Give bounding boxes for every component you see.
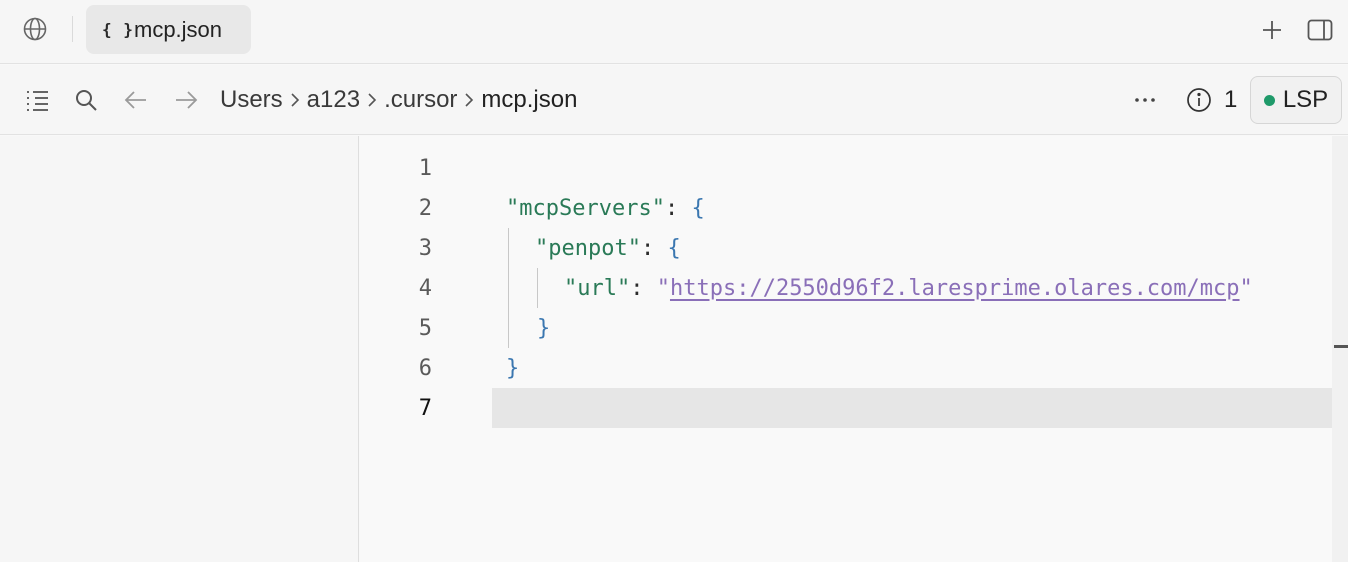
vertical-scrollbar[interactable]	[1332, 136, 1348, 562]
line-number: 2	[418, 196, 432, 221]
tab-mcp-json[interactable]: { } mcp.json	[86, 5, 251, 54]
plus-icon	[1263, 21, 1281, 39]
outline-button[interactable]	[22, 85, 52, 115]
json-colon: :	[630, 276, 657, 301]
json-brace: }	[537, 316, 551, 341]
code-line: 7	[360, 388, 1348, 428]
search-icon	[76, 90, 97, 111]
json-url-link[interactable]: https://2550d96f2.laresprime.olares.com/…	[670, 276, 1240, 301]
code-text: }	[537, 316, 550, 341]
json-brace: {	[667, 236, 681, 261]
back-button[interactable]	[121, 85, 151, 115]
tab-divider	[72, 16, 73, 42]
code-line: 6 }	[360, 348, 1348, 388]
breadcrumb-mcp-json[interactable]: mcp.json	[481, 86, 577, 114]
ellipsis-icon	[1135, 98, 1155, 102]
gutter-fill	[360, 518, 492, 562]
toggle-sidebar-button[interactable]	[1304, 14, 1336, 46]
info-icon	[1187, 88, 1211, 112]
line-number: 3	[418, 236, 432, 261]
diagnostics-indicator[interactable]: 1	[1186, 85, 1237, 115]
json-key: "penpot"	[535, 236, 641, 261]
json-file-icon: { }	[102, 20, 134, 39]
line-number: 7	[418, 396, 432, 421]
arrow-right-icon	[176, 91, 198, 109]
chevron-right-icon	[367, 92, 377, 108]
tab-bar: { } mcp.json	[0, 0, 1348, 64]
list-icon	[27, 91, 48, 111]
more-options-button[interactable]	[1130, 85, 1160, 115]
json-brace: }	[506, 356, 520, 381]
code-line: 2 "mcpServers": {	[360, 188, 1348, 228]
json-quote: "	[1239, 276, 1253, 301]
code-text: "mcpServers": {	[506, 196, 705, 221]
lsp-status-dot	[1263, 94, 1275, 106]
globe-icon[interactable]	[18, 14, 52, 44]
search-button[interactable]	[71, 85, 101, 115]
sidebar-panel	[0, 136, 359, 562]
code-text: }	[506, 356, 519, 381]
json-brace: {	[691, 196, 705, 221]
chevron-right-icon	[290, 92, 300, 108]
indent-guide	[508, 228, 509, 348]
breadcrumb-users[interactable]: Users	[220, 86, 283, 114]
lsp-status-button[interactable]: LSP	[1250, 76, 1342, 124]
breadcrumb: Users a123 .cursor mcp.json	[220, 85, 577, 115]
json-key: "url"	[564, 276, 631, 301]
line-number: 6	[418, 356, 432, 381]
code-line: 1	[360, 148, 1348, 188]
code-text: "url": "https://2550d96f2.laresprime.ola…	[564, 276, 1253, 301]
line-number: 1	[418, 156, 432, 181]
scrollbar-marker	[1334, 345, 1348, 348]
lsp-label: LSP	[1282, 86, 1329, 113]
forward-button[interactable]	[171, 85, 201, 115]
json-colon: :	[664, 196, 692, 221]
json-key: "mcpServers"	[506, 196, 665, 221]
json-quote: "	[656, 276, 670, 301]
line-number: 5	[418, 316, 432, 341]
chevron-right-icon	[464, 92, 474, 108]
breadcrumb-cursor[interactable]: .cursor	[384, 86, 457, 114]
sidebar-panel-icon	[1307, 19, 1333, 41]
editor-toolbar: Users a123 .cursor mcp.json 1 LSP	[0, 65, 1348, 135]
new-tab-button[interactable]	[1256, 14, 1288, 46]
code-text: "penpot": {	[535, 236, 681, 261]
indent-guide	[537, 268, 538, 308]
arrow-left-icon	[124, 91, 146, 109]
breadcrumb-a123[interactable]: a123	[307, 86, 360, 114]
json-colon: :	[640, 236, 668, 261]
diagnostics-count: 1	[1224, 86, 1238, 113]
code-editor[interactable]: 1 2 "mcpServers": { 3 "penpot": { 4 "url…	[360, 136, 1348, 562]
tab-label: mcp.json	[134, 16, 223, 42]
line-number: 4	[418, 276, 432, 301]
